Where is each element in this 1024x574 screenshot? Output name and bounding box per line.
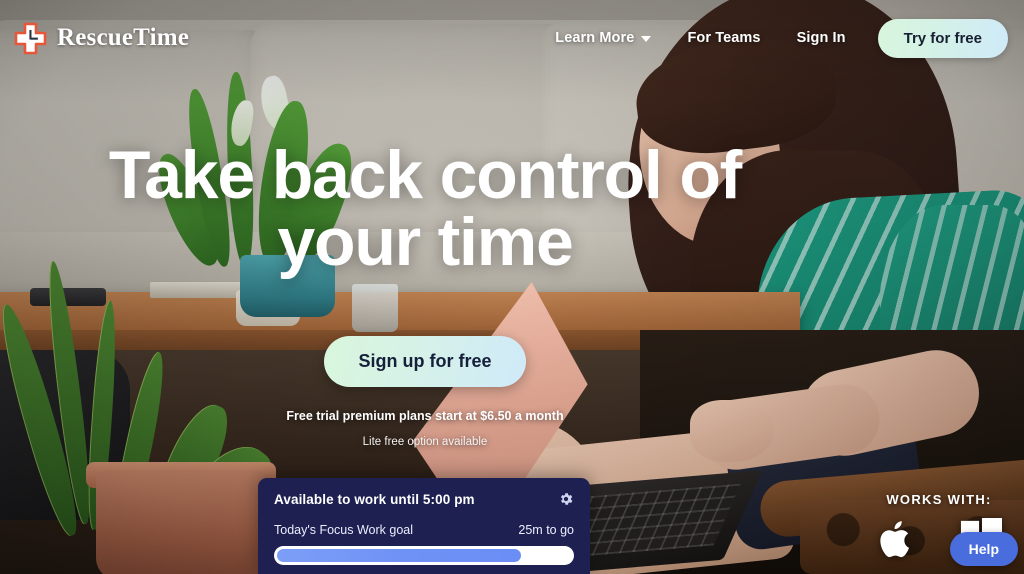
nav-item-label: Learn More bbox=[555, 30, 635, 46]
gear-icon[interactable] bbox=[558, 491, 574, 507]
nav-item-label: For Teams bbox=[687, 30, 761, 46]
focus-progress-bar bbox=[274, 546, 574, 565]
hero-title-line-1: Take back control of bbox=[108, 137, 742, 213]
brand-name: RescueTime bbox=[57, 24, 190, 51]
help-button[interactable]: Help bbox=[949, 532, 1018, 566]
rescuetime-cross-clock-logo-icon bbox=[14, 22, 47, 55]
landing-page: RescueTime Learn More For Teams Sign In … bbox=[0, 0, 1024, 574]
main-navigation: Learn More For Teams Sign In Try for fre… bbox=[537, 18, 1008, 58]
chevron-down-icon bbox=[641, 36, 652, 42]
nav-item-sign-in[interactable]: Sign In bbox=[779, 30, 864, 46]
nav-item-label: Sign In bbox=[796, 30, 846, 46]
availability-status: Available to work until 5:00 pm bbox=[274, 491, 475, 507]
focus-goal-row: Today's Focus Work goal 25m to go bbox=[274, 523, 574, 537]
pricing-note: Free trial premium plans start at $6.50 … bbox=[286, 409, 564, 423]
focus-widget-header: Available to work until 5:00 pm bbox=[274, 491, 574, 507]
focus-widget-card: Available to work until 5:00 pm Today's … bbox=[258, 478, 590, 574]
try-for-free-button[interactable]: Try for free bbox=[877, 18, 1008, 58]
sign-up-for-free-button[interactable]: Sign up for free bbox=[324, 336, 526, 387]
focus-goal-label: Today's Focus Work goal bbox=[274, 523, 414, 537]
works-with-label: WORKS WITH: bbox=[886, 492, 992, 507]
hero-cta-group: Sign up for free Free trial premium plan… bbox=[0, 336, 850, 448]
page-title: Take back control of your time bbox=[0, 141, 850, 281]
lite-option-note: Lite free option available bbox=[362, 436, 488, 448]
apple-icon bbox=[876, 515, 918, 568]
focus-progress-fill bbox=[277, 549, 522, 562]
hero-title-line-2: your time bbox=[277, 204, 573, 281]
site-header: RescueTime Learn More For Teams Sign In … bbox=[0, 0, 1024, 76]
nav-item-for-teams[interactable]: For Teams bbox=[669, 30, 778, 46]
focus-time-remaining: 25m to go bbox=[518, 523, 574, 537]
nav-item-learn-more[interactable]: Learn More bbox=[537, 30, 669, 46]
brand-logo[interactable]: RescueTime bbox=[14, 22, 189, 55]
